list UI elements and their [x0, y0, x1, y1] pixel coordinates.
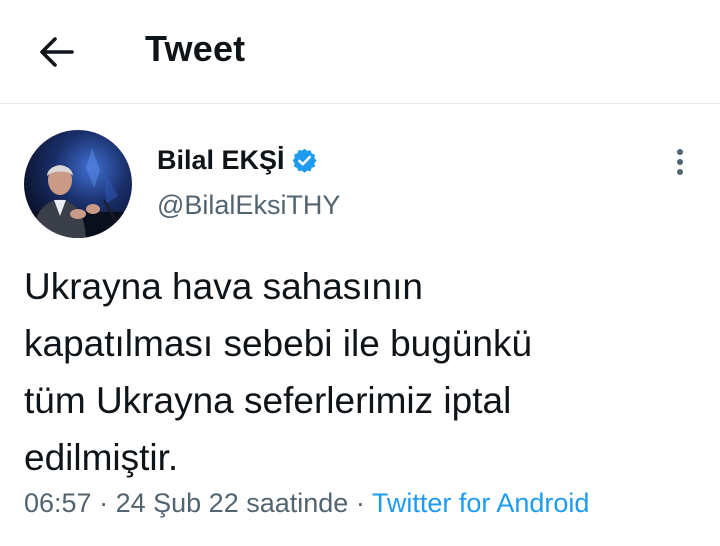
back-button[interactable]: [34, 30, 78, 74]
avatar[interactable]: [24, 130, 132, 238]
arrow-left-icon: [40, 37, 74, 67]
top-bar: Tweet: [0, 0, 720, 104]
author-name-text: Bilal EKŞİ: [157, 145, 285, 175]
tweet-time[interactable]: 06:57: [24, 488, 92, 518]
more-options-button[interactable]: [664, 144, 696, 180]
page-title: Tweet: [145, 28, 246, 69]
tweet-text: Ukrayna hava sahasının kapatılması sebeb…: [24, 266, 533, 478]
meta-separator: ·: [355, 488, 365, 518]
tweet-metadata: 06:57 · 24 Şub 22 saatinde · Twitter for…: [24, 488, 589, 519]
author-handle[interactable]: @BilalEksiTHY: [157, 190, 340, 221]
author-name[interactable]: Bilal EKŞİ: [157, 145, 318, 176]
verified-badge-icon: [291, 147, 318, 174]
more-vertical-icon: [677, 149, 683, 175]
tweet-date[interactable]: 24 Şub 22 saatinde: [116, 488, 349, 518]
tweet-source-link[interactable]: Twitter for Android: [372, 488, 590, 518]
meta-separator: ·: [99, 488, 109, 518]
